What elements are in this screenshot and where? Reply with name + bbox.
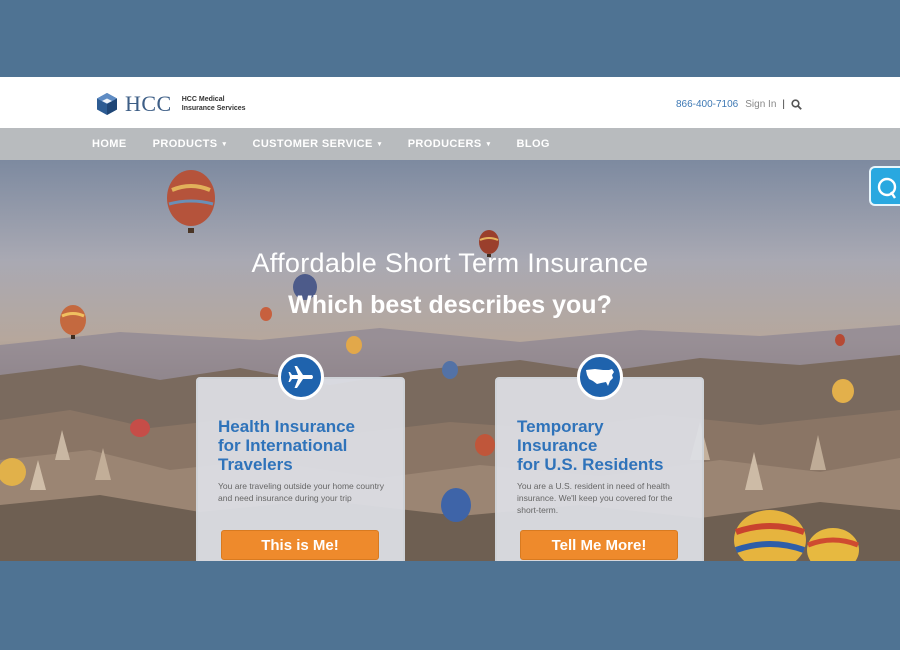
balloon-large-left: [167, 170, 215, 233]
card-title-line: Temporary: [517, 417, 604, 436]
main-nav: HOME PRODUCTS ▾ CUSTOMER SERVICE ▾ PRODUCE…: [0, 128, 900, 160]
this-is-me-button[interactable]: This is Me!: [221, 530, 379, 560]
nav-customer-service[interactable]: CUSTOMER SERVICE ▾: [252, 138, 381, 150]
chevron-down-icon: ▾: [486, 141, 491, 148]
nav-producers-label: PRODUCERS: [407, 138, 482, 150]
us-residents-card: Temporary Insurance for U.S. Residents Y…: [495, 354, 704, 561]
chevron-down-icon: ▾: [377, 141, 382, 148]
card-title-line: for International: [218, 436, 348, 455]
nav-blog[interactable]: BLOG: [517, 138, 550, 150]
brand-subtitle: HCC Medical Insurance Services: [182, 95, 262, 113]
card-description: You are traveling outside your home coun…: [218, 481, 385, 503]
airplane-icon: [278, 354, 324, 400]
phone-link[interactable]: 866-400-7106: [676, 99, 738, 110]
card-title-line: Health Insurance: [218, 417, 355, 436]
tell-me-more-button[interactable]: Tell Me More!: [520, 530, 678, 560]
nav-producers[interactable]: PRODUCERS ▾: [408, 138, 491, 150]
nav-products-label: PRODUCTS: [152, 138, 218, 150]
nav-customer-service-label: CUSTOMER SERVICE: [252, 138, 373, 150]
chat-tab[interactable]: [869, 166, 900, 206]
brand-subtitle-line-2: Insurance Services: [181, 105, 246, 112]
search-icon[interactable]: [791, 99, 802, 110]
international-travelers-card: Health Insurance for International Trave…: [196, 354, 405, 561]
website-page: HCC HCC Medical Insurance Services 866-4…: [0, 77, 900, 561]
hcc-cube-logo-icon: [97, 93, 117, 115]
card-title: Health Insurance for International Trave…: [218, 417, 398, 474]
usa-map-icon: [577, 354, 623, 400]
hero-section: Affordable Short Term Insurance Which be…: [0, 160, 900, 561]
sign-in-link[interactable]: Sign In: [745, 99, 776, 110]
nav-home[interactable]: HOME: [92, 138, 127, 150]
header-utility: 866-400-7106 Sign In |: [676, 99, 802, 110]
hot-air-balloon-landscape-image: [0, 170, 900, 561]
site-logo[interactable]: HCC HCC Medical Insurance Services: [95, 91, 262, 117]
nav-home-label: HOME: [92, 138, 127, 150]
nav-products[interactable]: PRODUCTS ▾: [153, 138, 227, 150]
card-description: You are a U.S. resident in need of healt…: [517, 481, 673, 515]
brand-name: HCC: [125, 91, 172, 116]
chevron-down-icon: ▾: [222, 141, 227, 148]
nav-blog-label: BLOG: [516, 138, 550, 150]
hero-title: Affordable Short Term Insurance: [251, 248, 649, 278]
card-title-line: Insurance: [517, 436, 598, 455]
card-title: Temporary Insurance for U.S. Residents: [517, 417, 697, 474]
hero-subtitle: Which best describes you?: [288, 291, 612, 319]
site-header: HCC HCC Medical Insurance Services 866-4…: [0, 77, 900, 128]
brand-subtitle-line-1: HCC Medical: [181, 96, 225, 103]
card-title-line: Travelers: [218, 455, 293, 474]
card-title-line: for U.S. Residents: [517, 455, 664, 474]
header-separator: |: [782, 99, 785, 110]
chat-bubble-icon: [877, 177, 897, 199]
